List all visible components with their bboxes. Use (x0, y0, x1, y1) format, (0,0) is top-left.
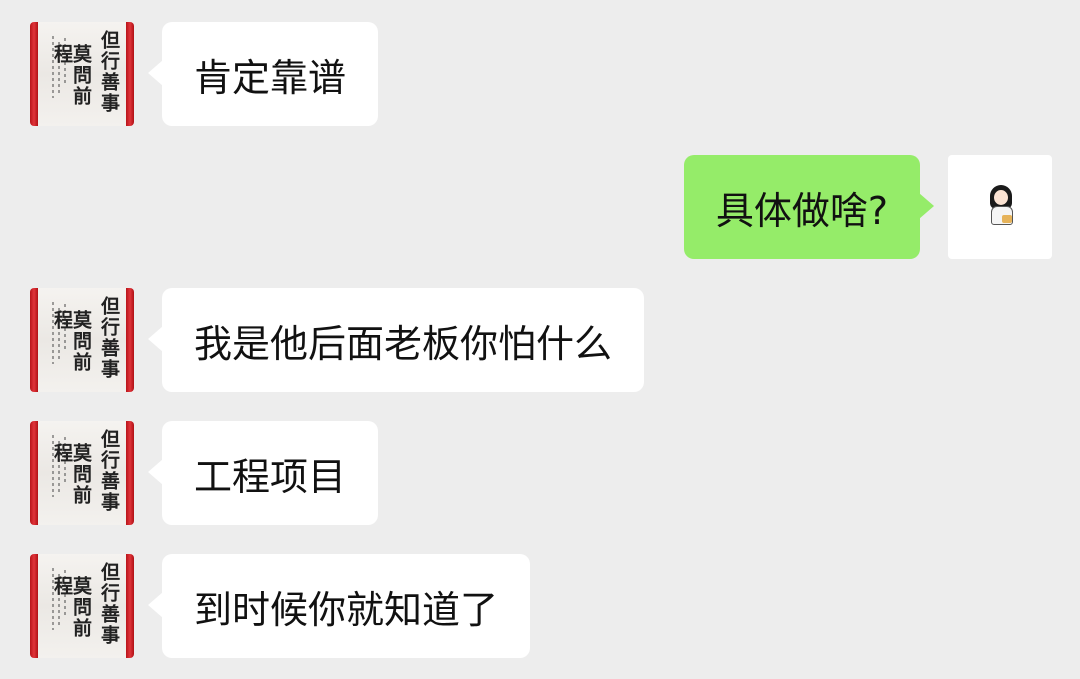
message-row-incoming: 但行善事 莫問前程 肯定靠谱 (0, 22, 1080, 126)
contact-avatar[interactable]: 但行善事 莫問前程 (30, 22, 134, 126)
message-bubble-outgoing[interactable]: 具体做啥? (683, 155, 935, 259)
calligraphy-text: 莫問前程 (51, 443, 92, 506)
message-text: 肯定靠谱 (194, 55, 347, 100)
message-bubble-incoming[interactable]: 我是他后面老板你怕什么 (147, 288, 645, 392)
message-text: 我是他后面老板你怕什么 (194, 321, 613, 366)
contact-avatar[interactable]: 但行善事 莫問前程 (30, 421, 134, 525)
message-row-incoming: 但行善事 莫問前程 到时候你就知道了 (0, 554, 1080, 658)
calligraphy-scroll-icon: 但行善事 莫問前程 (30, 421, 134, 525)
message-row-incoming: 但行善事 莫問前程 工程项目 (0, 421, 1080, 525)
message-row-incoming: 但行善事 莫問前程 我是他后面老板你怕什么 (0, 288, 1080, 392)
message-bubble-incoming[interactable]: 到时候你就知道了 (147, 554, 531, 658)
user-avatar[interactable] (948, 155, 1052, 259)
chat-window: 但行善事 莫問前程 肯定靠谱 具体做啥? 但行善事 莫問前程 我是他后面老板你怕… (0, 0, 1080, 679)
calligraphy-text: 莫問前程 (51, 576, 92, 639)
cartoon-girl-icon (988, 185, 1014, 225)
contact-avatar[interactable]: 但行善事 莫問前程 (30, 288, 134, 392)
message-text: 工程项目 (194, 454, 347, 499)
calligraphy-text: 莫問前程 (51, 310, 92, 373)
calligraphy-scroll-icon: 但行善事 莫問前程 (30, 554, 134, 658)
message-bubble-incoming[interactable]: 工程项目 (147, 421, 379, 525)
calligraphy-scroll-icon: 但行善事 莫問前程 (30, 288, 134, 392)
message-row-outgoing: 具体做啥? (0, 155, 1080, 259)
calligraphy-text: 但行善事 (98, 429, 120, 513)
contact-avatar[interactable]: 但行善事 莫問前程 (30, 554, 134, 658)
message-text: 具体做啥? (715, 188, 888, 233)
message-text: 到时候你就知道了 (194, 587, 499, 632)
message-bubble-incoming[interactable]: 肯定靠谱 (147, 22, 379, 126)
calligraphy-scroll-icon: 但行善事 莫問前程 (30, 22, 134, 126)
calligraphy-text: 但行善事 (98, 296, 120, 380)
calligraphy-text: 莫問前程 (51, 44, 92, 107)
calligraphy-text: 但行善事 (98, 562, 120, 646)
calligraphy-text: 但行善事 (98, 30, 120, 114)
